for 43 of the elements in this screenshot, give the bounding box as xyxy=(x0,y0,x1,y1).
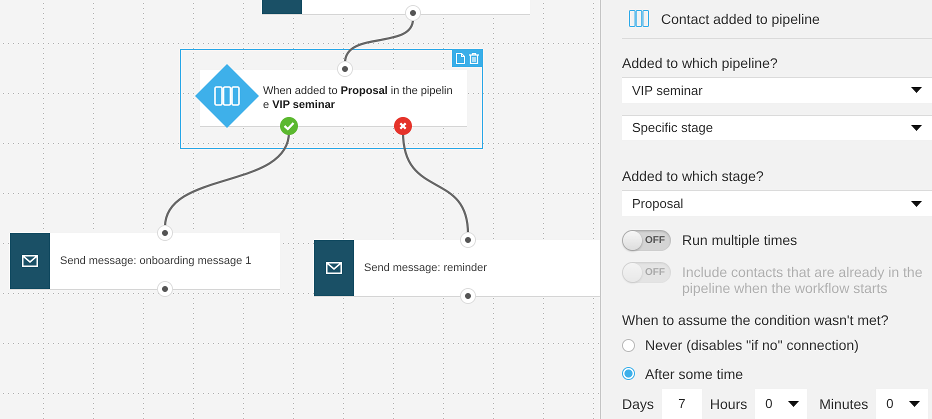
field-label: Added to which stage? xyxy=(622,168,765,184)
node-text: Send message: reminder xyxy=(364,262,487,274)
dropdown[interactable]: 0 xyxy=(755,388,808,419)
caret-icon xyxy=(911,124,922,131)
delay-label: Minutes xyxy=(819,396,868,412)
port-dot[interactable] xyxy=(461,233,475,247)
port-dot[interactable] xyxy=(338,62,352,76)
caret-icon xyxy=(911,87,922,94)
node-text: When added to Proposal in the pipeline VIP seminar xyxy=(263,84,453,112)
caret-icon xyxy=(911,200,922,207)
caret-icon xyxy=(909,400,920,407)
port-dot[interactable] xyxy=(406,6,420,20)
field-label: Added to which pipeline? xyxy=(622,54,779,71)
pipeline-diamond-icon xyxy=(195,64,259,128)
days-input[interactable]: 7 xyxy=(662,388,702,419)
dropdown[interactable]: Proposal xyxy=(622,190,932,216)
dropdown[interactable]: 0 xyxy=(876,388,928,419)
radio-button[interactable] xyxy=(622,338,635,352)
toggle-switch[interactable]: OFF xyxy=(622,230,671,252)
envelope-icon xyxy=(326,262,342,274)
close-icon[interactable] xyxy=(394,117,412,135)
dropdown[interactable]: VIP seminar xyxy=(622,76,932,103)
field-label: When to assume the condition wasn't met? xyxy=(622,312,890,328)
pipeline-icon xyxy=(629,10,649,28)
delay-label: Hours xyxy=(710,396,748,412)
port-dot[interactable] xyxy=(158,226,172,240)
action-node[interactable]: Send message: onboarding message 1 xyxy=(10,233,280,289)
port-dot[interactable] xyxy=(461,289,475,303)
caret-icon xyxy=(788,400,800,407)
radio-button[interactable] xyxy=(622,367,635,380)
port-dot[interactable] xyxy=(158,282,172,296)
toggle-label: Run multiple times xyxy=(682,231,798,248)
dropdown[interactable]: Specific stage xyxy=(622,114,932,140)
delay-label: Days xyxy=(622,396,654,412)
check-icon[interactable] xyxy=(280,117,298,135)
panel-title: Contact added to pipeline xyxy=(661,10,820,27)
connector-line xyxy=(344,18,414,64)
radio-label: After some time xyxy=(645,366,744,382)
node-text: Send message: onboarding message 1 xyxy=(60,255,252,267)
envelope-icon xyxy=(22,255,38,267)
toggle-label: Include contacts that are already in the pipeline when the workflow starts xyxy=(682,263,924,296)
action-node[interactable]: Send message: reminder xyxy=(314,240,600,296)
radio-label: Never (disables "if no" connection) xyxy=(645,337,859,354)
